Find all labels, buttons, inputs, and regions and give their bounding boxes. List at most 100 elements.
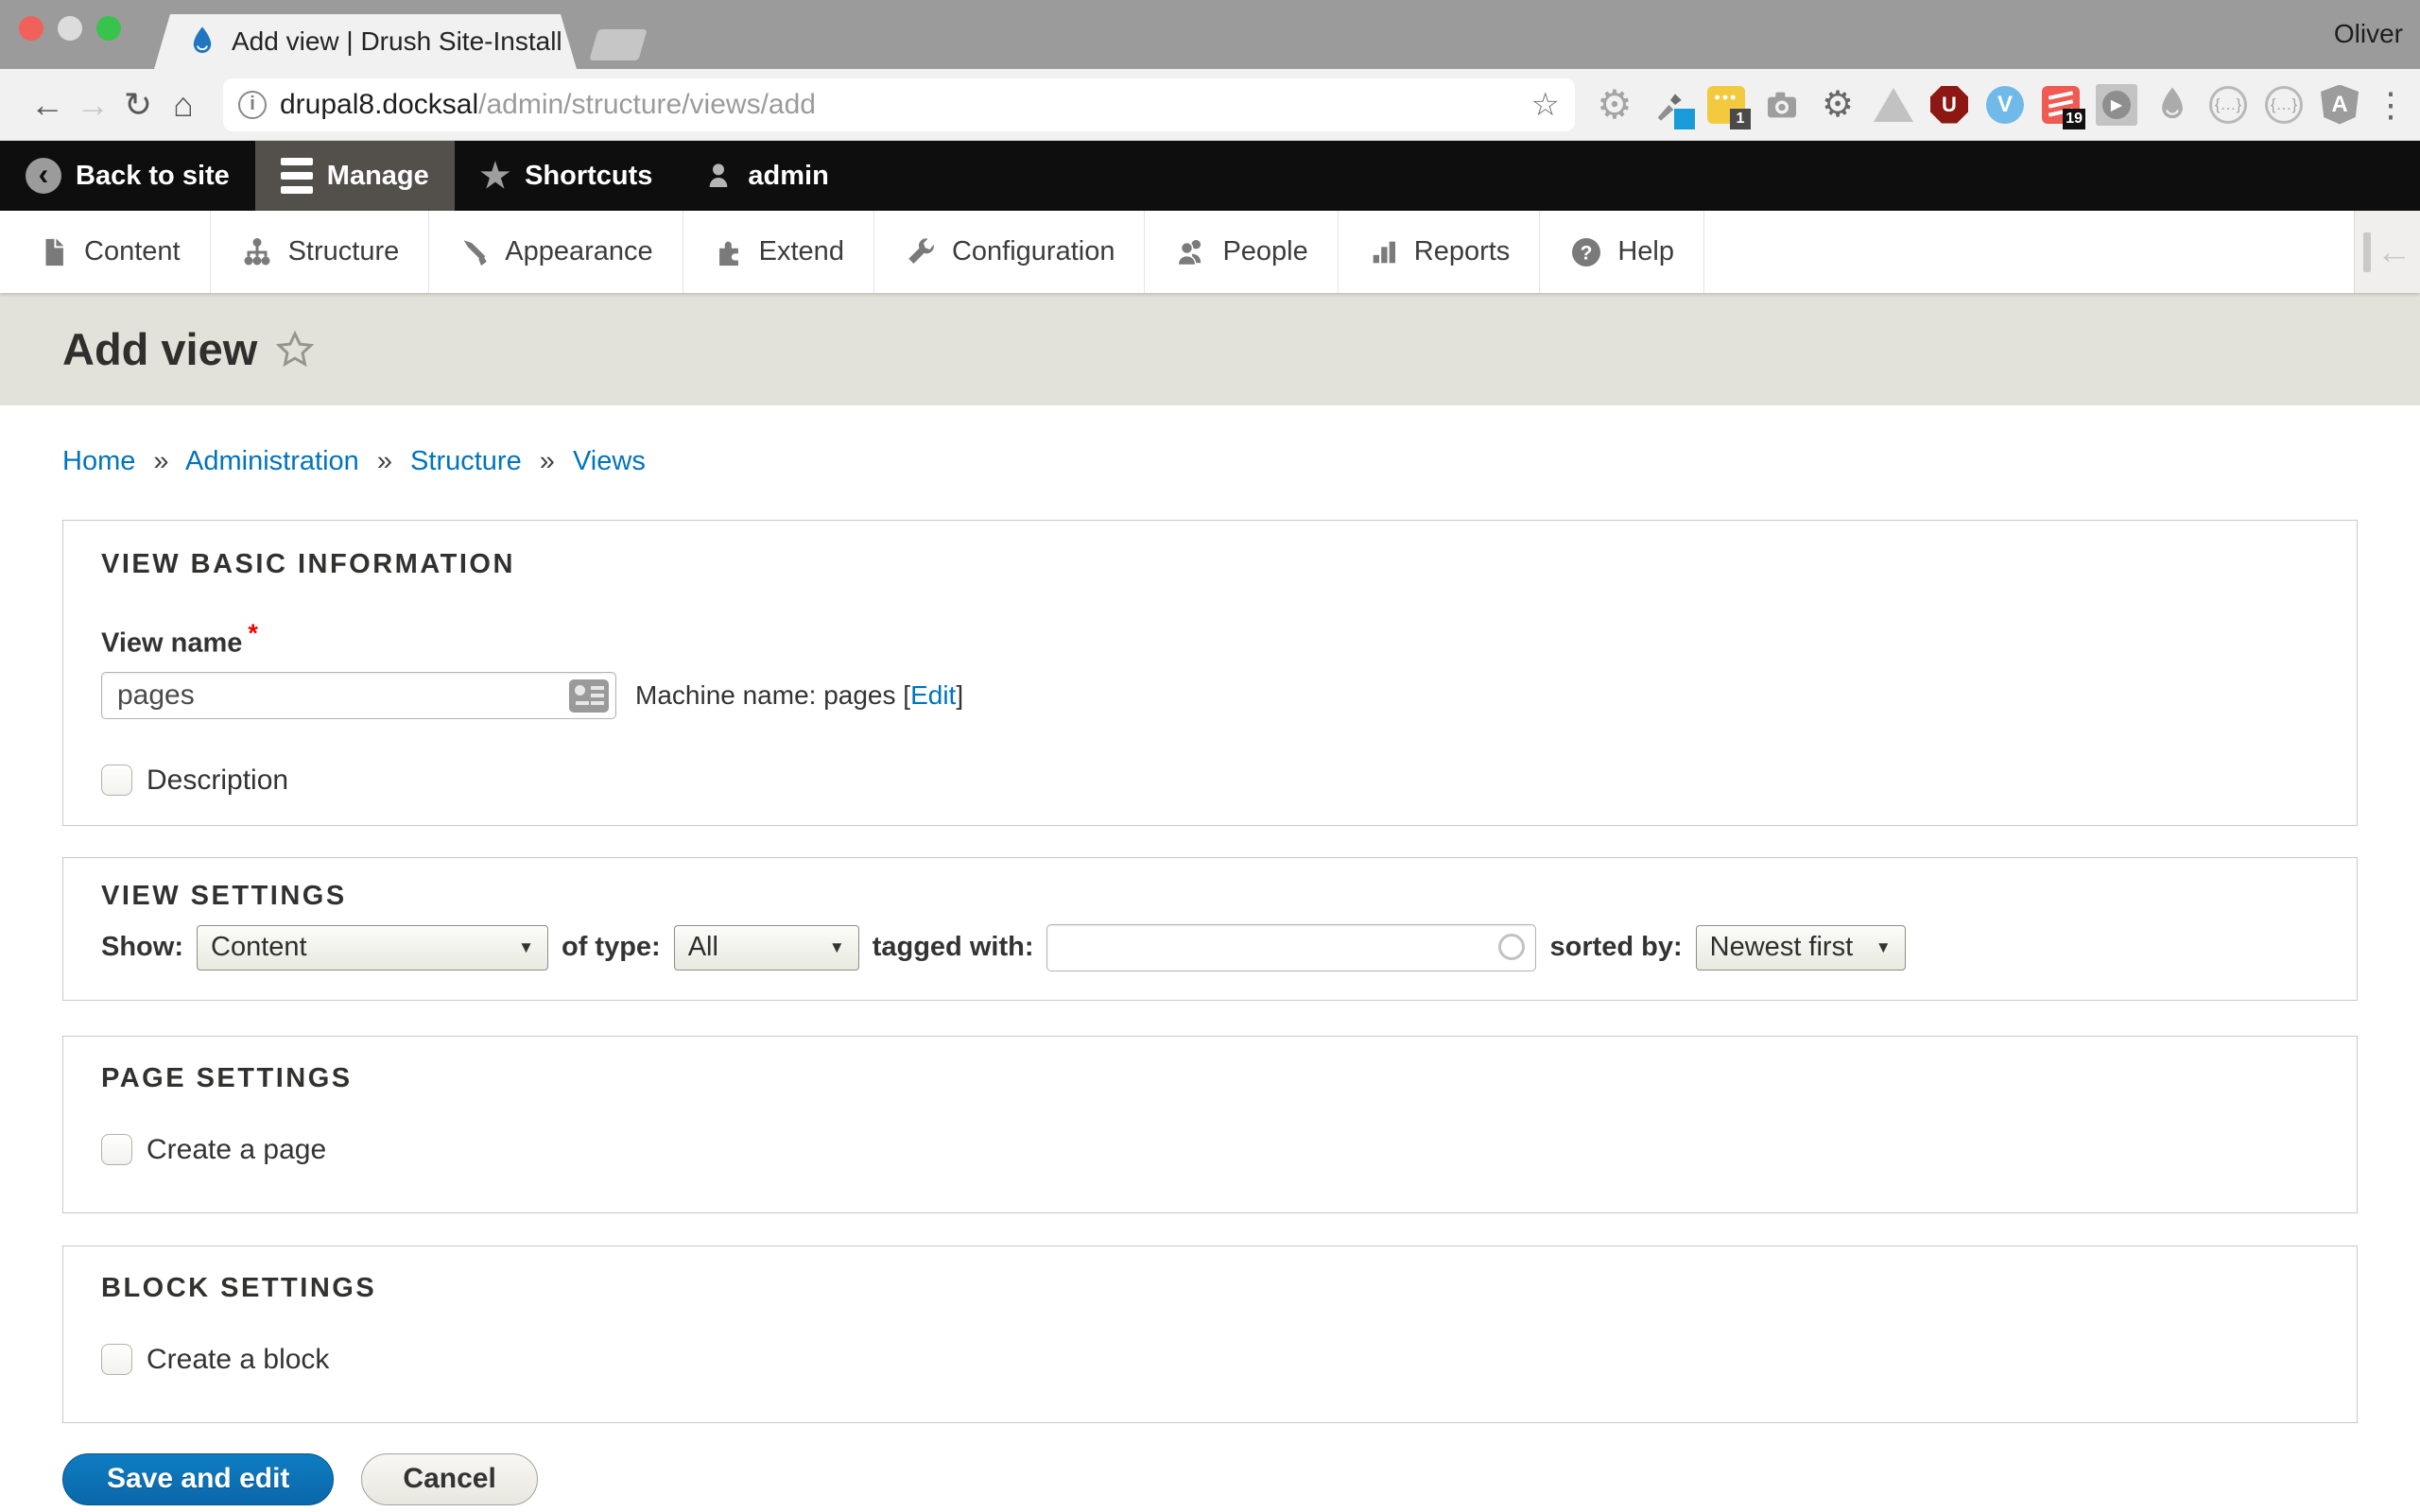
menu-item-configuration[interactable]: Configuration	[874, 211, 1146, 293]
url-host: drupal8.docksal	[280, 89, 478, 121]
shortcut-star-icon[interactable]	[274, 329, 316, 370]
tab-close-icon[interactable]: ×	[572, 26, 589, 58]
angular-extension-icon[interactable]: A	[2319, 84, 2360, 126]
todoist-extension-icon[interactable]: 19	[2040, 84, 2082, 126]
camera-extension-icon[interactable]	[1761, 84, 1803, 126]
reports-chart-icon	[1368, 236, 1400, 268]
browser-profile-name[interactable]: Oliver	[2334, 19, 2403, 49]
shortcuts-label: Shortcuts	[525, 161, 652, 192]
vimeo-extension-icon[interactable]: V	[1984, 84, 2026, 126]
collapse-arrow-icon: ←	[2377, 234, 2412, 270]
shortcuts-tab[interactable]: ★ Shortcuts	[455, 141, 679, 211]
tagged-with-label: tagged with:	[873, 932, 1034, 963]
drive-extension-icon[interactable]	[1873, 84, 1914, 126]
page-title: Add view	[62, 323, 257, 375]
ublock-extension-icon[interactable]: U	[1928, 84, 1970, 126]
menu-item-content[interactable]: Content	[0, 211, 211, 293]
description-checkbox[interactable]	[101, 765, 132, 796]
machine-name-text: Machine name: pages [Edit]	[635, 680, 963, 711]
minimize-window-button[interactable]	[58, 16, 82, 41]
breadcrumb-structure[interactable]: Structure	[410, 446, 522, 476]
password-card-extension-icon[interactable]: ••• 1	[1705, 84, 1747, 126]
close-window-button[interactable]	[19, 16, 43, 41]
of-type-select[interactable]: All ▼	[674, 925, 859, 971]
json-viewer-extension-icon[interactable]: {…}	[2263, 84, 2305, 126]
url-path: /admin/structure/views/add	[478, 89, 1523, 121]
extensions-row: ⚙ ••• 1	[1594, 84, 2360, 126]
breadcrumb-administration[interactable]: Administration	[185, 446, 359, 476]
play-glyph: ▶	[2111, 95, 2122, 114]
url-bar[interactable]: i drupal8.docksal /admin/structure/views…	[223, 78, 1575, 131]
show-select[interactable]: Content ▼	[197, 925, 548, 971]
video-play-extension-icon[interactable]: ▶	[2096, 84, 2137, 126]
home-icon[interactable]: ⌂	[161, 85, 206, 125]
new-tab-button[interactable]	[589, 29, 647, 60]
configuration-wrench-icon	[904, 235, 938, 269]
menu-item-structure[interactable]: Structure	[211, 211, 430, 293]
hamburger-icon	[281, 158, 313, 194]
manage-tab[interactable]: Manage	[255, 141, 455, 211]
page-title-band: Add view	[0, 293, 2420, 405]
svg-text:?: ?	[1581, 242, 1593, 264]
cancel-button[interactable]: Cancel	[361, 1453, 537, 1505]
create-page-row: Create a page	[101, 1134, 2319, 1166]
breadcrumb-views[interactable]: Views	[573, 446, 646, 476]
menu-item-label: Structure	[288, 236, 400, 267]
menu-item-extend[interactable]: Extend	[683, 211, 874, 293]
manage-label: Manage	[327, 161, 429, 192]
sorted-by-select[interactable]: Newest first ▼	[1696, 925, 1906, 971]
admin-user-tab[interactable]: admin	[678, 141, 854, 211]
site-info-icon[interactable]: i	[238, 91, 267, 119]
browser-navbar: ← → ↻ ⌂ i drupal8.docksal /admin/structu…	[0, 69, 2420, 141]
todoist-badge: 19	[2063, 109, 2085, 129]
zoom-window-button[interactable]	[96, 16, 121, 41]
autocomplete-circle-icon	[1498, 934, 1525, 960]
menu-item-people[interactable]: People	[1145, 211, 1338, 293]
view-name-input[interactable]	[101, 672, 616, 719]
menu-item-help[interactable]: ? Help	[1540, 211, 1704, 293]
angular-shield-glyph: A	[2321, 85, 2359, 125]
menu-item-label: Help	[1617, 236, 1674, 267]
page-settings-section: PAGE SETTINGS Create a page	[62, 1036, 2358, 1213]
machine-name-edit-link[interactable]: Edit	[910, 680, 956, 710]
breadcrumb-home[interactable]: Home	[62, 446, 135, 476]
drupal-favicon-icon	[186, 26, 218, 58]
machine-name-widget-icon	[569, 679, 609, 713]
screen: Add view | Drush Site-Install × Oliver ←…	[0, 0, 2420, 1512]
extend-puzzle-icon	[713, 236, 745, 268]
browser-tab[interactable]: Add view | Drush Site-Install ×	[154, 14, 577, 69]
back-icon[interactable]: ←	[25, 85, 70, 125]
bookmark-star-icon[interactable]: ☆	[1531, 86, 1560, 124]
breadcrumb-separator: »	[367, 446, 403, 476]
debug-gear-extension-icon[interactable]: ⚙	[1817, 84, 1858, 126]
create-page-checkbox[interactable]	[101, 1134, 132, 1165]
drupal-extension-icon[interactable]	[2152, 84, 2193, 126]
save-and-edit-button[interactable]: Save and edit	[62, 1453, 334, 1505]
form-actions: Save and edit Cancel	[62, 1453, 2358, 1512]
collapse-bar-glyph	[2363, 232, 2371, 272]
create-block-checkbox[interactable]	[101, 1344, 132, 1375]
menu-item-label: People	[1222, 236, 1307, 267]
play-square-glyph: ▶	[2096, 84, 2137, 126]
shortcuts-star-icon: ★	[480, 159, 510, 193]
block-settings-section: BLOCK SETTINGS Create a block	[62, 1246, 2358, 1423]
menu-item-appearance[interactable]: Appearance	[429, 211, 683, 293]
menu-item-reports[interactable]: Reports	[1339, 211, 1541, 293]
menu-item-label: Reports	[1414, 236, 1511, 267]
create-block-label[interactable]: Create a block	[147, 1344, 329, 1376]
back-to-site-button[interactable]: ‹ Back to site	[0, 141, 255, 211]
tagged-with-input[interactable]	[1046, 924, 1536, 971]
card-dots: •••	[1715, 88, 1738, 108]
reload-icon[interactable]: ↻	[115, 85, 161, 125]
create-block-row: Create a block	[101, 1344, 2319, 1376]
browser-menu-icon[interactable]: ⋮	[2374, 85, 2408, 125]
create-page-label[interactable]: Create a page	[147, 1134, 326, 1166]
v-circle-glyph: V	[1986, 86, 2024, 124]
description-label[interactable]: Description	[147, 765, 288, 797]
toolbar-collapse-button[interactable]: ←	[2354, 211, 2420, 293]
colorpicker-extension-icon[interactable]	[1650, 84, 1691, 126]
show-select-value: Content	[211, 932, 503, 963]
of-type-label: of type:	[562, 932, 661, 963]
gear-extension-icon[interactable]: ⚙	[1594, 84, 1635, 126]
json-formatter-extension-icon[interactable]: {…}	[2207, 84, 2249, 126]
